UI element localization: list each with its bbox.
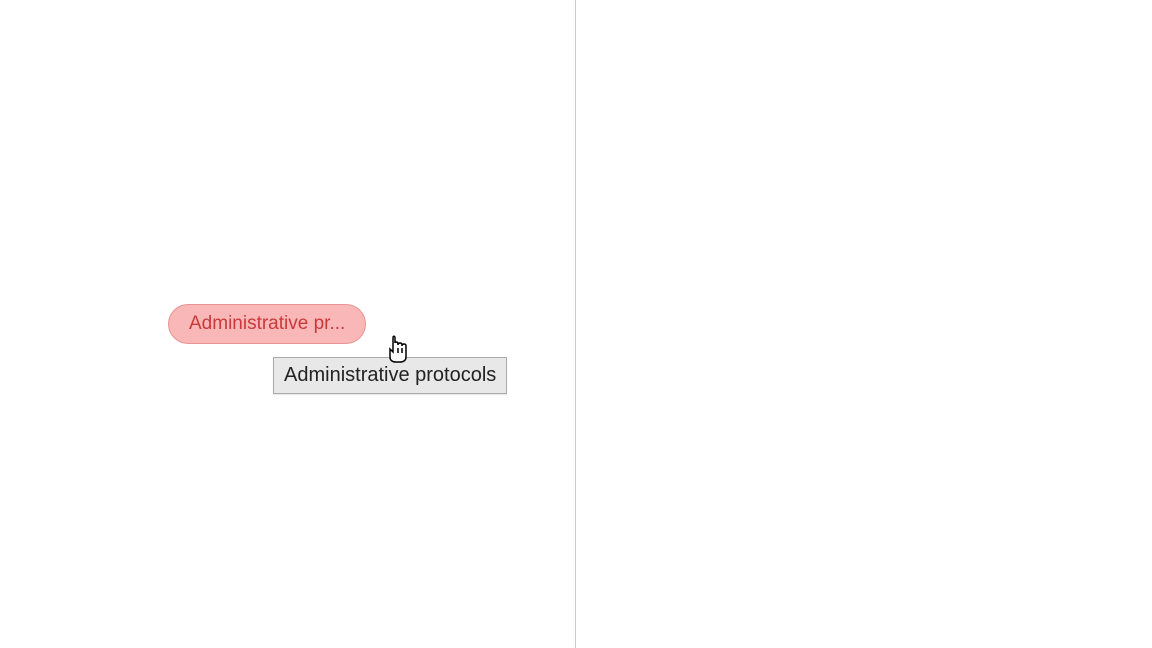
hover-state-panel: Administrative pr... Administrative prot… [0,0,575,648]
native-tooltip: Administrative protocols [273,357,507,394]
tag-hover[interactable]: Administrative pr... [168,304,366,344]
focus-state-panel: Administrative pr... Administrative prot… [576,0,1152,648]
tag-label: Administrative pr... [189,313,345,335]
tooltip-text: Administrative protocols [284,364,496,386]
